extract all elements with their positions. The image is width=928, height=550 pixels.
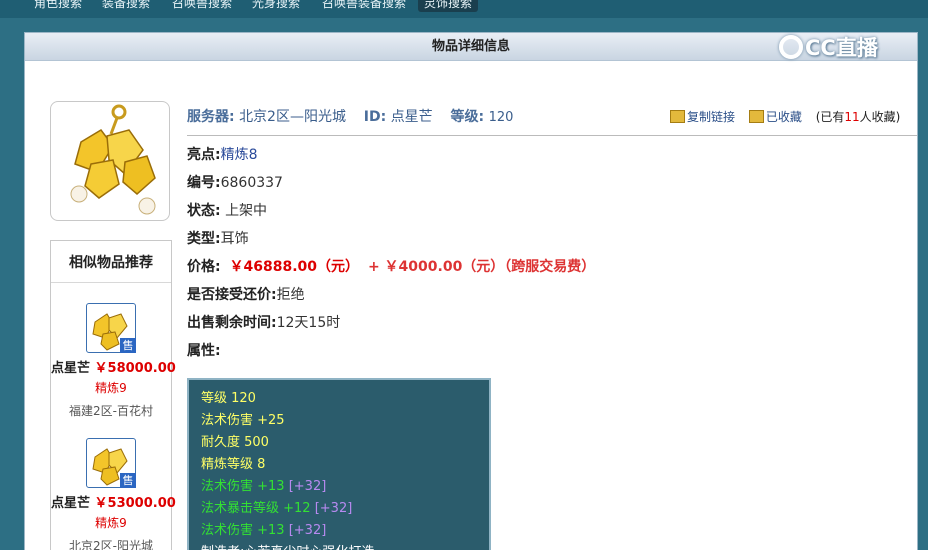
tab-role-search[interactable]: 角色搜索 bbox=[28, 0, 88, 12]
serial-row: 编号:6860337 bbox=[187, 173, 283, 193]
tab-pet-search[interactable]: 召唤兽搜索 bbox=[166, 0, 238, 12]
attr-text: 法术暴击等级 +12 bbox=[201, 501, 311, 516]
copy-link-button[interactable]: 复制链接 bbox=[687, 110, 735, 124]
status-value: 上架中 bbox=[225, 203, 268, 219]
tab-pet-equip-search[interactable]: 召唤兽装备搜索 bbox=[316, 0, 412, 12]
id-value: 点星芒 bbox=[390, 109, 433, 125]
copy-link-icon[interactable] bbox=[670, 110, 685, 123]
highlight-label: 亮点: bbox=[187, 147, 221, 163]
highlight-value: 精炼8 bbox=[220, 147, 258, 163]
attr-extra: [+32] bbox=[314, 501, 353, 516]
favorite-count: (已有11人收藏) bbox=[816, 110, 901, 124]
favorite-icon[interactable] bbox=[748, 110, 764, 123]
attr-text: 法术伤害 +13 bbox=[201, 479, 285, 494]
price-row: 价格: ￥46888.00（元） + ￥4000.00（元）（跨服交易费） bbox=[187, 257, 595, 277]
attr-text: 法术伤害 +13 bbox=[201, 523, 285, 538]
similar-item-thumb[interactable]: 售 bbox=[86, 303, 136, 353]
server-value: 北京2区—阳光城 bbox=[239, 109, 346, 125]
tab-equip-search[interactable]: 装备搜索 bbox=[96, 0, 156, 12]
remain-time-value: 12天15时 bbox=[276, 315, 341, 331]
attribute-label: 属性: bbox=[187, 343, 221, 359]
type-value: 耳饰 bbox=[220, 231, 249, 247]
attr-line: 精炼等级 8 bbox=[201, 457, 266, 472]
cc-logo-icon bbox=[779, 35, 803, 59]
similar-item[interactable]: 售 点星芒 ￥58000.00 精炼9 福建2区-百花村 bbox=[51, 303, 176, 419]
attr-extra: [+32] bbox=[288, 479, 327, 494]
similar-item-price: ￥53000.00 bbox=[94, 496, 176, 511]
server-line: 服务器: 北京2区—阳光城 ID: 点星芒 等级: 120 bbox=[187, 107, 513, 127]
similar-item[interactable]: 售 点星芒 ￥53000.00 精炼9 北京2区-阳光城 bbox=[51, 438, 176, 550]
gold-earring-icon bbox=[70, 104, 156, 215]
attribute-row: 属性: bbox=[187, 341, 221, 361]
collected-button[interactable]: 已收藏 bbox=[766, 110, 802, 124]
cc-live-logo: CC直播 bbox=[779, 33, 878, 63]
remain-time-label: 出售剩余时间: bbox=[187, 315, 277, 331]
similar-items-panel: 相似物品推荐 售 点星芒 ￥58000.00 精炼9 福建2区-百花村 售 点星… bbox=[50, 240, 176, 550]
fav-number: 11 bbox=[844, 110, 860, 124]
detail-panel: 物品详细信息 CC直播 相似物品推荐 售 点星芒 ￥58000.00 精炼9 福… bbox=[24, 32, 918, 550]
similar-item-server: 福建2区-百花村 bbox=[69, 404, 153, 418]
type-row: 类型:耳饰 bbox=[187, 229, 249, 249]
attr-line: 制造者:心若真尘时心强化打造 bbox=[201, 542, 477, 550]
attr-extra: [+32] bbox=[288, 523, 327, 538]
counter-offer-value: 拒绝 bbox=[276, 287, 305, 303]
sale-badge: 售 bbox=[120, 338, 136, 353]
attr-line: 法术伤害 +13 [+32] bbox=[201, 520, 477, 542]
level-value: 120 bbox=[488, 110, 514, 125]
logo-text: CC直播 bbox=[805, 36, 878, 60]
fav-suffix: 人收藏) bbox=[859, 110, 901, 124]
divider bbox=[187, 135, 917, 136]
similar-item-server: 北京2区-阳光城 bbox=[69, 539, 153, 550]
similar-title: 相似物品推荐 bbox=[51, 241, 171, 283]
attr-line: 等级 120 bbox=[201, 391, 256, 406]
item-image bbox=[50, 101, 170, 221]
type-label: 类型: bbox=[187, 231, 221, 247]
fav-prefix: (已有 bbox=[815, 110, 845, 124]
counter-offer-row: 是否接受还价:拒绝 bbox=[187, 285, 305, 305]
attr-line: 法术伤害 +25 bbox=[201, 413, 285, 428]
server-label: 服务器: bbox=[187, 109, 235, 125]
price-label: 价格: bbox=[187, 259, 221, 275]
similar-item-name[interactable]: 点星芒 bbox=[51, 361, 90, 376]
tab-ornament-search[interactable]: 灵饰搜索 bbox=[418, 0, 479, 12]
similar-item-name[interactable]: 点星芒 bbox=[51, 496, 90, 511]
top-nav: 角色搜索 装备搜索 召唤兽搜索 光身搜索 召唤兽装备搜索 灵饰搜索 bbox=[0, 0, 928, 18]
remain-time-row: 出售剩余时间:12天15时 bbox=[187, 313, 340, 333]
id-label: ID: bbox=[363, 109, 387, 125]
status-label: 状态: bbox=[187, 203, 221, 219]
similar-item-refine: 精炼9 bbox=[95, 516, 127, 530]
attr-line: 法术暴击等级 +12 [+32] bbox=[201, 498, 477, 520]
similar-item-thumb[interactable]: 售 bbox=[86, 438, 136, 488]
sale-badge: 售 bbox=[120, 473, 136, 488]
item-actions: 复制链接 已收藏 (已有11人收藏) bbox=[670, 107, 900, 127]
serial-label: 编号: bbox=[187, 175, 221, 191]
level-label: 等级: bbox=[450, 109, 485, 125]
highlight-row: 亮点:精炼8 bbox=[187, 145, 258, 165]
attr-line: 耐久度 500 bbox=[201, 435, 269, 450]
price-fee: + ￥4000.00（元）（跨服交易费） bbox=[367, 259, 596, 275]
similar-item-price: ￥58000.00 bbox=[94, 361, 176, 376]
counter-offer-label: 是否接受还价: bbox=[187, 287, 277, 303]
similar-item-refine: 精炼9 bbox=[95, 381, 127, 395]
attr-line: 法术伤害 +13 [+32] bbox=[201, 476, 477, 498]
status-row: 状态: 上架中 bbox=[187, 201, 267, 221]
serial-value: 6860337 bbox=[220, 175, 283, 191]
price-main: ￥46888.00（元） bbox=[229, 259, 360, 275]
attribute-box: 等级 120 法术伤害 +25 耐久度 500 精炼等级 8 法术伤害 +13 … bbox=[187, 378, 491, 550]
tab-bare-search[interactable]: 光身搜索 bbox=[246, 0, 306, 12]
